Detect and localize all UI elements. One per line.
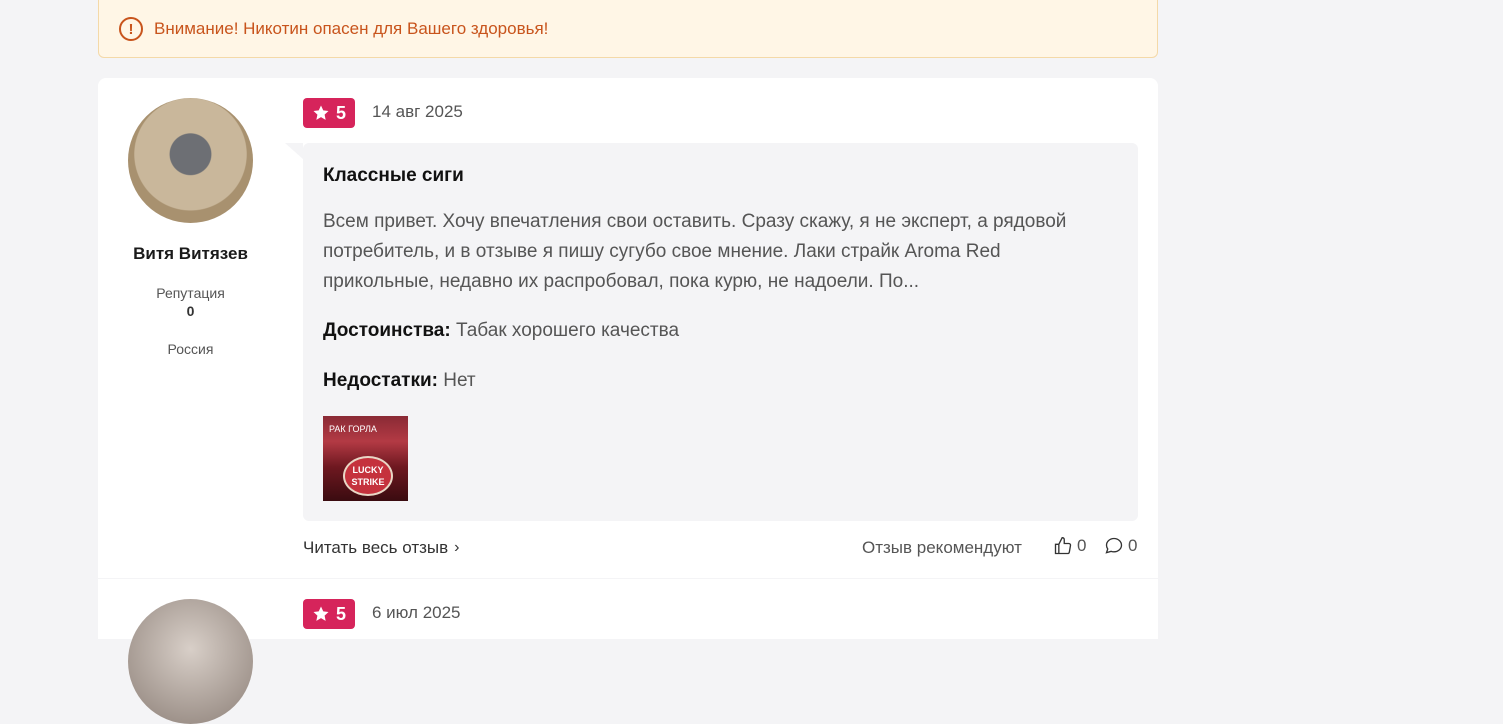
review-content: Классные сиги Всем привет. Хочу впечатле… <box>285 143 1138 521</box>
comments-button[interactable]: 0 <box>1104 536 1137 556</box>
reputation-value: 0 <box>186 303 195 319</box>
thumbs-up-icon <box>1054 536 1072 555</box>
cons-label: Недостатки: <box>323 370 438 391</box>
rating-value-2: 5 <box>335 603 346 624</box>
photo-warning-text: РАК ГОРЛА <box>329 424 377 434</box>
review-title[interactable]: Классные сиги <box>323 165 464 187</box>
warning-text: Внимание! Никотин опасен для Вашего здор… <box>154 19 549 38</box>
nicotine-warning-banner: ! Внимание! Никотин опасен для Вашего зд… <box>98 0 1158 58</box>
review-card-2: 5 6 июл 2025 <box>98 579 1158 724</box>
avatar-2[interactable] <box>128 599 253 724</box>
read-full-review-link[interactable]: Читать весь отзыв › <box>303 538 459 558</box>
recommend-label: Отзыв рекомендуют <box>862 538 1022 557</box>
comment-icon <box>1105 537 1123 554</box>
comment-count: 0 <box>1128 536 1138 555</box>
like-button[interactable]: 0 <box>1053 536 1086 556</box>
author-country: Россия <box>167 341 214 357</box>
rating-badge-2: 5 <box>303 599 355 629</box>
pros-text: Табак хорошего качества <box>455 320 680 341</box>
photo-brand-logo: LUCKY STRIKE <box>343 456 393 496</box>
cons-text: Нет <box>443 370 476 391</box>
pros-label: Достоинства: <box>323 320 451 341</box>
review-photo-thumbnail[interactable]: РАК ГОРЛА LUCKY STRIKE <box>323 416 408 501</box>
star-icon <box>313 606 329 621</box>
like-count: 0 <box>1077 536 1087 555</box>
read-more-label: Читать весь отзыв <box>303 538 449 557</box>
review-date-2: 6 июл 2025 <box>372 603 461 622</box>
rating-badge: 5 <box>303 98 355 128</box>
reputation-label: Репутация <box>156 285 225 301</box>
exclamation-circle-icon: ! <box>119 17 143 41</box>
review-cons: Недостатки: Нет <box>323 370 476 392</box>
chevron-right-icon: › <box>454 539 460 556</box>
rating-value: 5 <box>335 102 346 123</box>
review-card: Витя Витязев Репутация 0 Россия 5 14 авг… <box>98 78 1158 578</box>
author-name[interactable]: Витя Витязев <box>98 244 283 264</box>
review-body[interactable]: Всем привет. Хочу впечатления свои остав… <box>323 207 1113 297</box>
review-date: 14 авг 2025 <box>372 102 463 121</box>
avatar[interactable] <box>128 98 253 223</box>
review-pros: Достоинства: Табак хорошего качества <box>323 320 679 342</box>
star-icon <box>313 105 329 120</box>
